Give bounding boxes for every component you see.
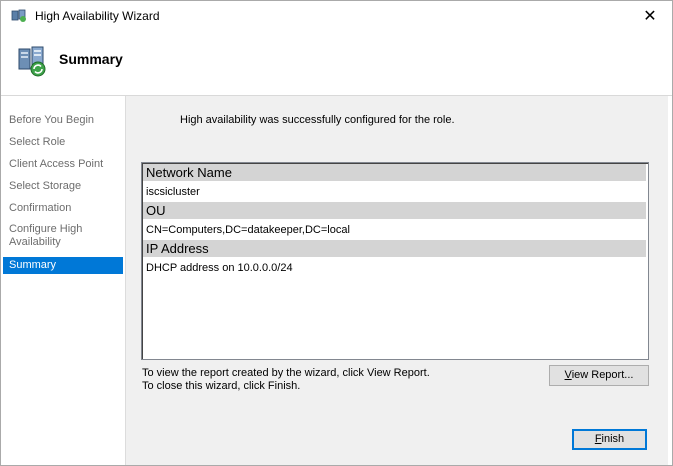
section-heading-ou: OU xyxy=(143,202,646,219)
ou-value: CN=Computers,DC=datakeeper,DC=local xyxy=(146,224,350,236)
finish-mnemonic: F xyxy=(594,433,602,445)
page-header: Summary xyxy=(1,31,672,93)
page-title: Summary xyxy=(59,51,123,67)
close-icon: ✕ xyxy=(643,8,657,25)
view-report-note: To view the report created by the wizard… xyxy=(142,367,430,379)
nav-item-confirmation[interactable]: Confirmation xyxy=(3,202,123,215)
summary-panel: High availability was successfully confi… xyxy=(125,96,668,465)
title-bar: High Availability Wizard ✕ xyxy=(1,1,672,31)
finish-button[interactable]: Finish xyxy=(572,429,647,450)
cluster-icon xyxy=(11,9,26,22)
nav-item-select-storage[interactable]: Select Storage xyxy=(3,180,123,193)
summary-results-box[interactable]: Network Name iscsicluster OU CN=Computer… xyxy=(141,162,649,360)
success-message: High availability was successfully confi… xyxy=(180,114,455,126)
wizard-steps-nav: Before You Begin Select Role Client Acce… xyxy=(1,96,125,465)
close-button[interactable]: ✕ xyxy=(628,1,672,31)
nav-item-select-role[interactable]: Select Role xyxy=(3,136,123,149)
window-title: High Availability Wizard xyxy=(35,9,160,23)
nav-item-summary[interactable]: Summary xyxy=(3,257,123,274)
wizard-window: High Availability Wizard ✕ Summary Befor… xyxy=(0,0,673,466)
nav-item-client-access-point[interactable]: Client Access Point xyxy=(3,158,123,171)
section-heading-network-name: Network Name xyxy=(143,164,646,181)
ip-address-value: DHCP address on 10.0.0.0/24 xyxy=(146,262,293,274)
view-report-mnemonic: V xyxy=(564,369,572,381)
view-report-button[interactable]: View Report... xyxy=(549,365,649,386)
view-report-label: iew Report... xyxy=(571,369,634,381)
finish-label: inish xyxy=(601,433,625,445)
network-name-value: iscsicluster xyxy=(146,186,200,198)
nav-item-configure-high-availability[interactable]: Configure High Availability xyxy=(3,223,123,249)
finish-note: To close this wizard, click Finish. xyxy=(142,380,301,392)
nav-item-before-you-begin[interactable]: Before You Begin xyxy=(3,114,123,127)
section-heading-ip-address: IP Address xyxy=(143,240,646,257)
high-availability-icon xyxy=(18,46,46,77)
